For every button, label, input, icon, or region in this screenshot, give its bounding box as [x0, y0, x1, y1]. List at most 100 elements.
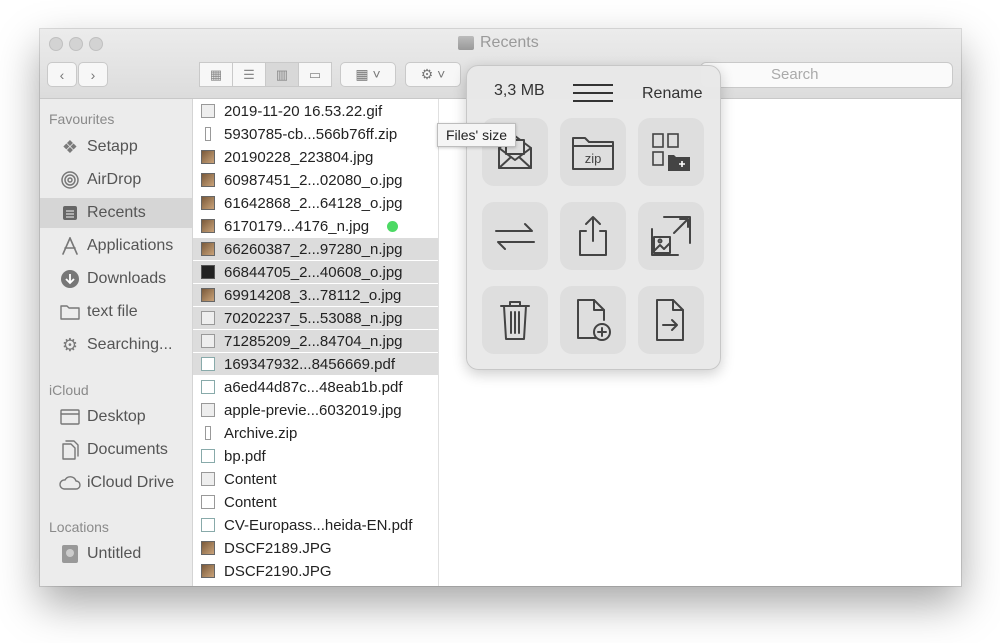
- sidebar-item-icloud-drive[interactable]: iCloud Drive: [40, 468, 192, 498]
- sidebar-item-searching[interactable]: ⚙ Searching...: [40, 330, 192, 360]
- share-action-button[interactable]: [560, 202, 626, 270]
- move-file-action-button[interactable]: [638, 286, 704, 354]
- file-row[interactable]: bp.pdf: [193, 445, 438, 467]
- back-button[interactable]: ‹: [47, 62, 77, 87]
- file-row[interactable]: 2019-11-20 16.53.22.gif: [193, 100, 438, 122]
- sidebar-item-airdrop[interactable]: AirDrop: [40, 165, 192, 195]
- file-row[interactable]: 71285209_2...84704_n.jpg: [193, 330, 438, 352]
- sidebar-section-locations: Locations: [49, 519, 109, 535]
- sidebar-item-desktop[interactable]: Desktop: [40, 402, 192, 432]
- image-file-icon: [201, 311, 215, 325]
- resize-image-icon: [651, 216, 691, 256]
- file-row[interactable]: a6ed44d87c...48eab1b.pdf: [193, 376, 438, 398]
- file-row[interactable]: 66260387_2...97280_n.jpg: [193, 238, 438, 260]
- cloud-icon: [59, 472, 81, 494]
- zip-folder-icon: zip: [572, 137, 614, 170]
- move-to-folder-action-button[interactable]: [638, 118, 704, 186]
- image-file-icon: [201, 334, 215, 348]
- file-row[interactable]: 169347932...8456669.pdf: [193, 353, 438, 375]
- list-view-button[interactable]: ☰: [232, 62, 266, 87]
- image-file-icon: [201, 541, 215, 555]
- desktop-folder-icon: [59, 406, 81, 428]
- resize-image-action-button[interactable]: [638, 202, 704, 270]
- image-file-icon: [201, 265, 215, 279]
- image-file-icon: [201, 150, 215, 164]
- file-row[interactable]: CV-Europass...heida-EN.pdf: [193, 514, 438, 536]
- file-row[interactable]: Content: [193, 468, 438, 490]
- quick-actions-popup: 3,3 MB Rename zip: [466, 65, 721, 370]
- file-row[interactable]: DSCF2190.JPG: [193, 560, 438, 582]
- forward-button[interactable]: ›: [78, 62, 108, 87]
- file-row[interactable]: 66844705_2...40608_o.jpg: [193, 261, 438, 283]
- files-size-tooltip: Files' size: [437, 123, 517, 147]
- sidebar-item-recents[interactable]: Recents: [40, 198, 192, 228]
- gear-icon: ⚙: [61, 334, 79, 355]
- image-file-icon: [201, 196, 215, 210]
- file-row[interactable]: 70202237_5...53088_n.jpg: [193, 307, 438, 329]
- file-row[interactable]: 69914208_3...78112_o.jpg: [193, 284, 438, 306]
- gallery-view-button[interactable]: ▭: [298, 62, 332, 87]
- file-row[interactable]: DSCF2189.JPG: [193, 537, 438, 559]
- file-row[interactable]: 20190228_223804.jpg: [193, 146, 438, 168]
- action-gear-button[interactable]: ⚙ ˅: [405, 62, 461, 87]
- sidebar-item-applications[interactable]: Applications: [40, 231, 192, 261]
- zip-label: zip: [585, 151, 602, 166]
- documents-icon: [59, 439, 81, 461]
- sidebar: Favourites ❖ Setapp AirDrop Recents Appl…: [40, 99, 193, 586]
- file-row[interactable]: Archive.zip: [193, 422, 438, 444]
- file-row[interactable]: Content: [193, 491, 438, 513]
- applications-icon: [59, 235, 81, 257]
- file-row[interactable]: apple-previe...6032019.jpg: [193, 399, 438, 421]
- sidebar-item-downloads[interactable]: Downloads: [40, 264, 192, 294]
- move-file-icon: [656, 299, 684, 341]
- convert-action-button[interactable]: [482, 202, 548, 270]
- file-list: 2019-11-20 16.53.22.gif 5930785-cb...566…: [193, 99, 439, 586]
- icon-view-button[interactable]: ▦: [199, 62, 233, 87]
- file-row[interactable]: 60987451_2...02080_o.jpg: [193, 169, 438, 191]
- image-file-icon: [201, 403, 215, 417]
- sidebar-section-icloud: iCloud: [49, 382, 89, 398]
- image-file-icon: [201, 219, 215, 233]
- file-row[interactable]: 5930785-cb...566b76ff.zip: [193, 123, 438, 145]
- window-title: Recents: [458, 34, 539, 52]
- pdf-file-icon: [201, 357, 215, 371]
- sidebar-item-text-file[interactable]: text file: [40, 297, 192, 327]
- airdrop-icon: [59, 169, 81, 191]
- close-button[interactable]: [49, 37, 63, 51]
- sidebar-item-setapp[interactable]: ❖ Setapp: [40, 132, 192, 162]
- sidebar-item-untitled[interactable]: Untitled: [40, 539, 192, 569]
- menu-icon[interactable]: [573, 84, 613, 104]
- sidebar-section-favourites: Favourites: [49, 111, 115, 127]
- pdf-file-icon: [201, 449, 215, 463]
- pdf-file-icon: [201, 518, 215, 532]
- pdf-file-icon: [201, 380, 215, 394]
- group-button[interactable]: ▦ ˅: [340, 62, 396, 87]
- new-file-action-button[interactable]: [560, 286, 626, 354]
- file-row[interactable]: 6170179...4176_n.jpg: [193, 215, 438, 237]
- disk-icon: [458, 36, 474, 50]
- minimize-button[interactable]: [69, 37, 83, 51]
- search-field[interactable]: Search: [700, 62, 953, 88]
- zip-action-button[interactable]: zip: [560, 118, 626, 186]
- recents-icon: [59, 202, 81, 224]
- convert-icon: [495, 223, 535, 250]
- zip-file-icon: [205, 127, 211, 141]
- column-view-button[interactable]: ▥: [265, 62, 299, 87]
- file-icon: [201, 104, 215, 118]
- file-icon: [201, 472, 215, 486]
- file-row[interactable]: 61642868_2...64128_o.jpg: [193, 192, 438, 214]
- move-to-folder-icon: [652, 133, 690, 171]
- zoom-button[interactable]: [89, 37, 103, 51]
- green-tag-icon: [387, 220, 399, 232]
- sidebar-item-documents[interactable]: Documents: [40, 435, 192, 465]
- image-file-icon: [201, 242, 215, 256]
- folder-icon: [59, 301, 81, 323]
- trash-icon: [500, 301, 530, 340]
- image-file-icon: [201, 173, 215, 187]
- selection-size: 3,3 MB: [494, 82, 545, 99]
- file-icon: [201, 495, 215, 509]
- rename-button[interactable]: Rename: [642, 85, 702, 103]
- trash-action-button[interactable]: [482, 286, 548, 354]
- disk-icon: [59, 543, 81, 565]
- view-mode-group: ▦ ☰ ▥ ▭: [199, 62, 332, 87]
